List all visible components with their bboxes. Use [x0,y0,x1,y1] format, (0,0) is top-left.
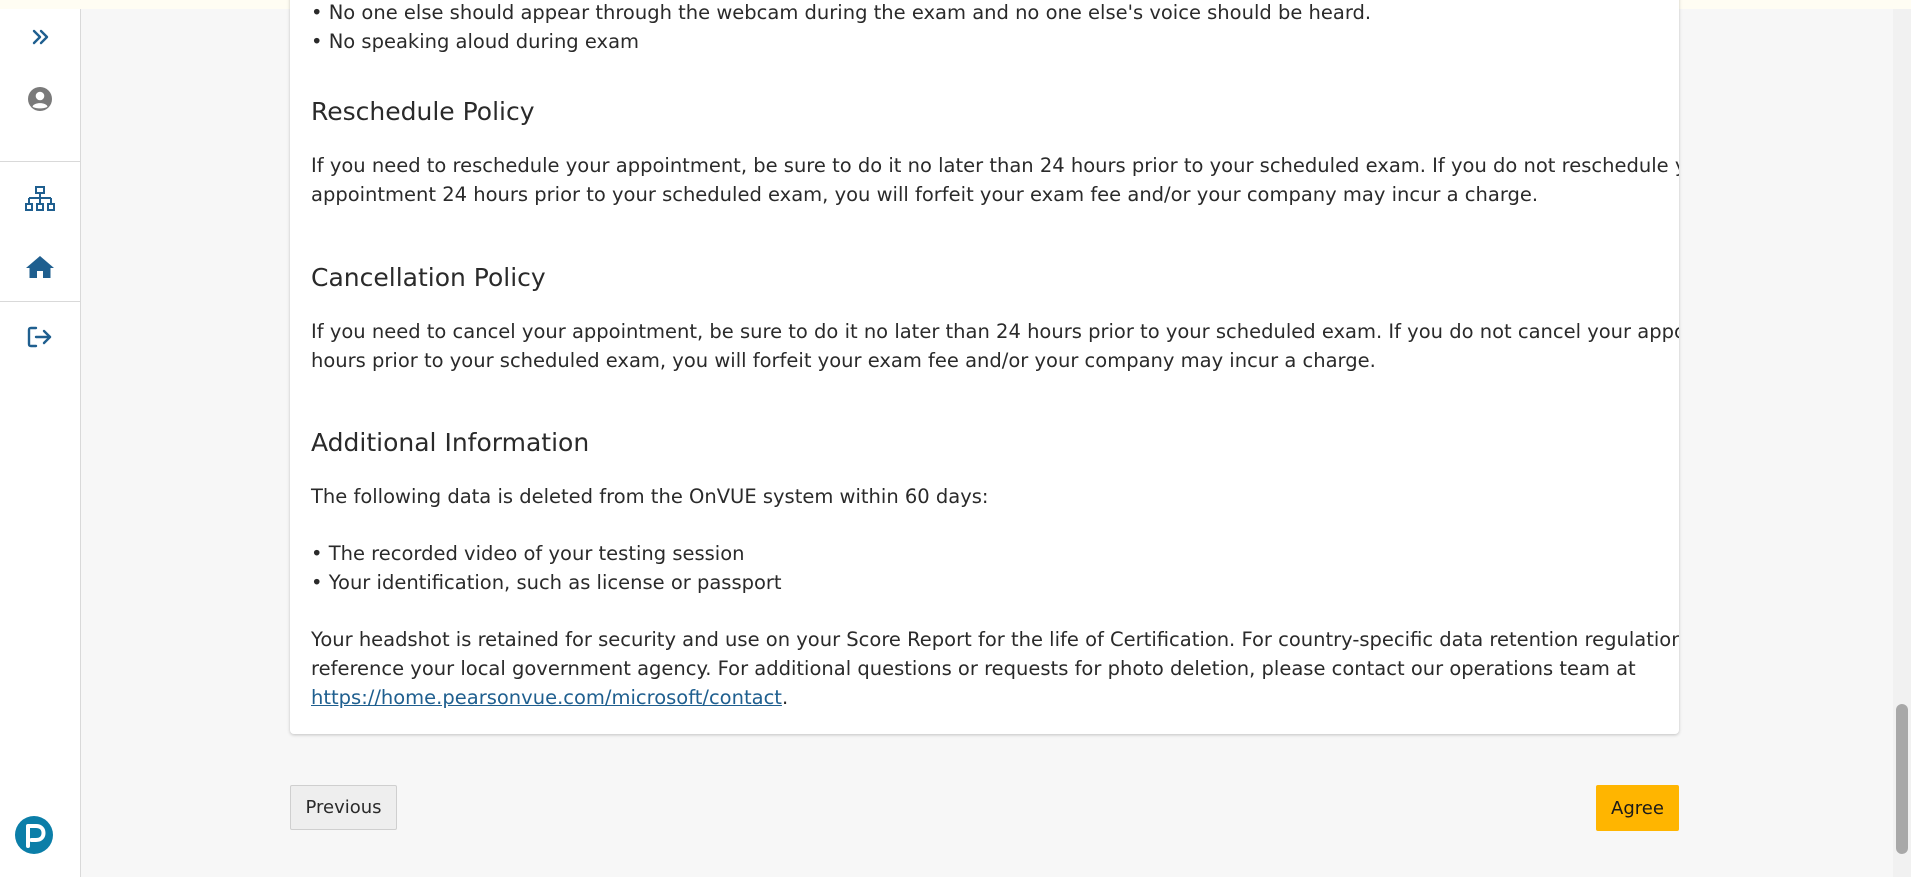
logout-icon [27,326,52,348]
user-icon [28,87,52,111]
pearson-logo [15,816,53,854]
previous-button[interactable]: Previous [290,785,397,830]
cancellation-text-line: If you need to cancel your appointment, … [311,320,1679,343]
reschedule-text-line: appointment 24 hours prior to your sched… [311,183,1539,206]
additional-info-intro: The following data is deleted from the O… [311,485,989,508]
reschedule-heading: Reschedule Policy [311,97,535,126]
home-icon [26,256,54,278]
expand-sidebar-button[interactable] [0,13,80,61]
page-scrollbar[interactable] [1893,9,1911,877]
sitemap-icon [25,186,55,211]
retention-text-line: reference your local government agency. … [311,657,1636,680]
list-item: • The recorded video of your testing ses… [311,542,745,565]
list-item: • Your identification, such as license o… [311,571,782,594]
sidebar [0,9,81,877]
sidebar-divider [0,301,80,302]
scrollbar-thumb[interactable] [1896,704,1908,854]
agree-button[interactable]: Agree [1596,785,1679,831]
rule-bullet: • No speaking aloud during exam [311,30,640,53]
cancellation-heading: Cancellation Policy [311,263,546,292]
contact-line: https://home.pearsonvue.com/microsoft/co… [311,683,788,712]
contact-link[interactable]: https://home.pearsonvue.com/microsoft/co… [311,686,782,709]
reschedule-text-line: If you need to reschedule your appointme… [311,154,1679,177]
profile-button[interactable] [0,75,80,123]
home-button[interactable] [0,243,80,291]
main-content: • No one else should appear through the … [81,0,1893,877]
retention-text-line: Your headshot is retained for security a… [311,628,1679,651]
sitemap-button[interactable] [0,175,80,223]
additional-info-heading: Additional Information [311,428,590,457]
expand-icon [32,29,49,45]
sidebar-divider [0,161,80,162]
link-suffix: . [781,686,789,709]
logout-button[interactable] [0,313,80,361]
policy-card: • No one else should appear through the … [290,0,1679,734]
cancellation-text-line: hours prior to your scheduled exam, you … [311,349,1376,372]
partial-rule-bullet: • No one else should appear through the … [311,1,1372,24]
